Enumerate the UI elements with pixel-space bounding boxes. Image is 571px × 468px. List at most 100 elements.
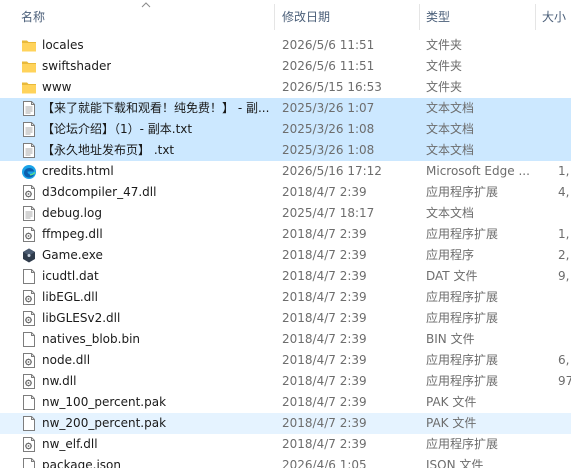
file-type: 文本文档 (426, 143, 475, 157)
file-type: 应用程序扩展 (426, 227, 499, 241)
file-row[interactable]: package.json 2026/4/6 1:05 JSON 文件 (0, 455, 571, 468)
column-header-bar: 名称 修改日期 类型 大小 (0, 0, 571, 34)
column-divider[interactable] (274, 4, 275, 30)
file-size: 2, (558, 248, 570, 262)
file-type: PAK 文件 (426, 395, 477, 409)
folder-icon (21, 58, 37, 75)
file-row[interactable]: libGLESv2.dll 2018/4/7 2:39 应用程序扩展 (0, 308, 571, 329)
dll-file-icon (21, 352, 37, 369)
file-row[interactable]: nw_elf.dll 2018/4/7 2:39 应用程序扩展 (0, 434, 571, 455)
file-name: natives_blob.bin (42, 332, 141, 346)
column-divider[interactable] (419, 4, 420, 30)
file-name: nw_elf.dll (42, 437, 98, 451)
file-modified-date: 2018/4/7 2:39 (282, 332, 367, 346)
file-modified-date: 2018/4/7 2:39 (282, 311, 367, 325)
text-file-icon (21, 142, 37, 159)
file-modified-date: 2026/5/6 11:51 (282, 59, 375, 73)
file-type: 应用程序扩展 (426, 437, 499, 451)
file-modified-date: 2026/5/15 16:53 (282, 80, 382, 94)
file-type: 应用程序扩展 (426, 185, 499, 199)
file-name: icudtl.dat (42, 269, 99, 283)
file-row[interactable]: 【来了就能下载和观看！纯免费！】 - 副... 2025/3/26 1:07 文本文… (0, 98, 571, 119)
file-name: nw.dll (42, 374, 77, 388)
text-file-icon (21, 205, 37, 222)
file-name: credits.html (42, 164, 114, 178)
file-modified-date: 2018/4/7 2:39 (282, 416, 367, 430)
file-type: PAK 文件 (426, 416, 477, 430)
file-size: 9, (558, 269, 570, 283)
file-row[interactable]: 【论坛介绍】（1）- 副本.txt 2025/3/26 1:08 文本文档 (0, 119, 571, 140)
folder-icon (21, 79, 37, 96)
file-modified-date: 2018/4/7 2:39 (282, 227, 367, 241)
file-modified-date: 2018/4/7 2:39 (282, 353, 367, 367)
file-name: nw_200_percent.pak (42, 416, 167, 430)
file-modified-date: 2026/5/16 17:12 (282, 164, 382, 178)
file-modified-date: 2018/4/7 2:39 (282, 395, 367, 409)
file-row[interactable]: nw.dll 2018/4/7 2:39 应用程序扩展 97, (0, 371, 571, 392)
file-type: 文件夹 (426, 38, 463, 52)
file-type: 文本文档 (426, 206, 475, 220)
file-size: 6, (558, 353, 570, 367)
file-type: 文件夹 (426, 59, 463, 73)
file-name: Game.exe (42, 248, 103, 262)
blank-file-icon (21, 268, 37, 285)
column-header-modified[interactable]: 修改日期 (282, 0, 330, 34)
folder-icon (21, 37, 37, 54)
column-header-type[interactable]: 类型 (426, 0, 450, 34)
dll-file-icon (21, 184, 37, 201)
file-modified-date: 2018/4/7 2:39 (282, 290, 367, 304)
column-divider[interactable] (535, 4, 536, 30)
file-row[interactable]: locales 2026/5/6 11:51 文件夹 (0, 35, 571, 56)
file-name: locales (42, 38, 84, 52)
file-type: 文件夹 (426, 80, 463, 94)
dll-file-icon (21, 436, 37, 453)
file-row[interactable]: 【永久地址发布页】 .txt 2025/3/26 1:08 文本文档 (0, 140, 571, 161)
file-modified-date: 2026/4/6 1:05 (282, 458, 367, 468)
file-modified-date: 2025/3/26 1:07 (282, 101, 375, 115)
file-row[interactable]: icudtl.dat 2018/4/7 2:39 DAT 文件 9, (0, 266, 571, 287)
file-modified-date: 2018/4/7 2:39 (282, 248, 367, 262)
file-size: 1, (558, 227, 570, 241)
file-row[interactable]: node.dll 2018/4/7 2:39 应用程序扩展 6, (0, 350, 571, 371)
blank-file-icon (21, 415, 37, 432)
column-header-name[interactable]: 名称 (21, 0, 45, 34)
game-exe-icon (21, 247, 37, 264)
file-name: 【来了就能下载和观看！纯免费！】 - 副... (42, 101, 270, 115)
file-modified-date: 2025/3/26 1:08 (282, 122, 375, 136)
dll-file-icon (21, 289, 37, 306)
file-name: debug.log (42, 206, 102, 220)
file-name: ffmpeg.dll (42, 227, 103, 241)
file-modified-date: 2018/4/7 2:39 (282, 437, 367, 451)
file-type: BIN 文件 (426, 332, 475, 346)
file-row[interactable]: www 2026/5/15 16:53 文件夹 (0, 77, 571, 98)
file-type: 应用程序扩展 (426, 311, 499, 325)
text-file-icon (21, 121, 37, 138)
blank-file-icon (21, 331, 37, 348)
file-type: 应用程序 (426, 248, 475, 262)
file-name: swiftshader (42, 59, 112, 73)
file-row[interactable]: libEGL.dll 2018/4/7 2:39 应用程序扩展 (0, 287, 571, 308)
file-name: nw_100_percent.pak (42, 395, 167, 409)
column-header-size[interactable]: 大小 (542, 0, 566, 34)
file-size: 97, (558, 374, 571, 388)
file-list: locales 2026/5/6 11:51 文件夹 swiftshader 2026/… (0, 35, 571, 468)
file-row[interactable]: nw_100_percent.pak 2018/4/7 2:39 PAK 文件 (0, 392, 571, 413)
file-modified-date: 2026/5/6 11:51 (282, 38, 375, 52)
file-row[interactable]: swiftshader 2026/5/6 11:51 文件夹 (0, 56, 571, 77)
file-row[interactable]: ffmpeg.dll 2018/4/7 2:39 应用程序扩展 1, (0, 224, 571, 245)
blank-file-icon (21, 394, 37, 411)
file-row[interactable]: debug.log 2025/4/7 18:17 文本文档 (0, 203, 571, 224)
file-modified-date: 2018/4/7 2:39 (282, 374, 367, 388)
file-row[interactable]: Game.exe 2018/4/7 2:39 应用程序 2, (0, 245, 571, 266)
file-row[interactable]: nw_200_percent.pak 2018/4/7 2:39 PAK 文件 (0, 413, 571, 434)
file-name: node.dll (42, 353, 91, 367)
file-row[interactable]: credits.html 2026/5/16 17:12 Microsoft Edg… (0, 161, 571, 182)
file-name: package.json (42, 458, 122, 468)
file-type: JSON 文件 (426, 458, 484, 468)
file-row[interactable]: natives_blob.bin 2018/4/7 2:39 BIN 文件 (0, 329, 571, 350)
file-name: 【论坛介绍】（1）- 副本.txt (42, 122, 193, 136)
file-modified-date: 2018/4/7 2:39 (282, 185, 367, 199)
file-type: Microsoft Edge ... (426, 164, 530, 178)
file-modified-date: 2018/4/7 2:39 (282, 269, 367, 283)
file-row[interactable]: d3dcompiler_47.dll 2018/4/7 2:39 应用程序扩展 4, (0, 182, 571, 203)
